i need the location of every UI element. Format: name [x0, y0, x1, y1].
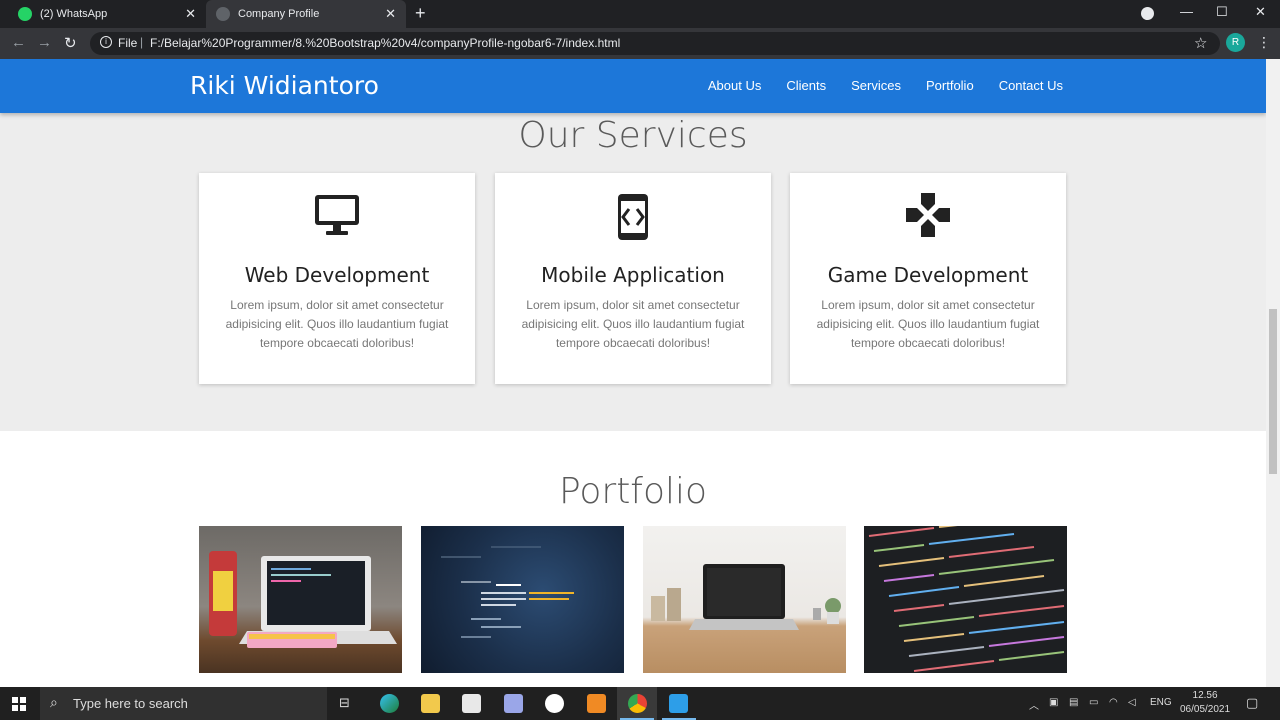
- new-tab-icon[interactable]: +: [415, 3, 426, 24]
- close-tab-icon[interactable]: ✕: [385, 6, 396, 22]
- nav-contact-us[interactable]: Contact Us: [999, 78, 1063, 93]
- tray-meet-icon[interactable]: ▤: [1069, 697, 1078, 708]
- nav-portfolio[interactable]: Portfolio: [926, 78, 974, 93]
- menu-kebab-icon[interactable]: ⋮: [1257, 34, 1271, 51]
- taskbar-search[interactable]: ⌕ Type here to search: [40, 687, 327, 720]
- nav-menu: About Us Clients Services Portfolio Cont…: [708, 78, 1063, 93]
- service-description: Lorem ipsum, dolor sit amet consectetur …: [225, 298, 449, 350]
- separator: |: [140, 35, 144, 49]
- clock-time: 12.56: [1192, 690, 1218, 701]
- service-description: Lorem ipsum, dolor sit amet consectetur …: [816, 298, 1040, 350]
- service-description: Lorem ipsum, dolor sit amet consectetur …: [521, 298, 745, 350]
- portfolio-image-code-blue[interactable]: [421, 526, 624, 673]
- url-text[interactable]: F:/Belajar%20Programmer/8.%20Bootstrap%2…: [150, 36, 620, 50]
- task-view-icon[interactable]: ⊟: [339, 695, 350, 711]
- info-icon[interactable]: i: [100, 36, 112, 48]
- portfolio-section: Portfolio: [0, 431, 1266, 687]
- battery-icon[interactable]: ▭: [1089, 697, 1098, 708]
- portfolio-title: Portfolio: [558, 471, 708, 512]
- nav-clients[interactable]: Clients: [786, 78, 826, 93]
- mobile-code-icon: [617, 193, 649, 246]
- address-bar[interactable]: i File | F:/Belajar%20Programmer/8.%20Bo…: [90, 32, 1220, 55]
- language-indicator[interactable]: ENG: [1150, 697, 1172, 708]
- scheme-label: File: [118, 36, 138, 50]
- portfolio-image-laptop-table[interactable]: [643, 526, 846, 673]
- portfolio-image-code-dark[interactable]: [864, 526, 1067, 673]
- reload-icon[interactable]: ↻: [64, 34, 77, 52]
- windows-start-icon[interactable]: [12, 697, 26, 716]
- page-viewport: Riki Widiantoro About Us Clients Service…: [0, 59, 1266, 687]
- tray-app-icon[interactable]: ▣: [1049, 697, 1058, 708]
- page-scrollbar[interactable]: [1266, 59, 1280, 687]
- services-section: Our Services Web Development Lorem ipsum…: [0, 113, 1266, 431]
- services-title: Our Services: [518, 115, 748, 156]
- close-window-icon[interactable]: ✕: [1255, 4, 1266, 20]
- tray-chevron-icon[interactable]: ︿: [1029, 697, 1039, 712]
- whatsapp-icon: [18, 7, 32, 21]
- volume-icon[interactable]: ◁: [1128, 697, 1136, 708]
- media-control-icon[interactable]: [1141, 7, 1154, 20]
- back-icon[interactable]: ←: [11, 34, 26, 51]
- desktop-icon: [313, 193, 361, 242]
- notification-icon[interactable]: ▢: [1246, 695, 1258, 711]
- photos-icon[interactable]: [504, 694, 523, 713]
- service-title: Mobile Application: [541, 263, 725, 287]
- maximize-icon[interactable]: ☐: [1216, 4, 1228, 20]
- chrome-icon[interactable]: [628, 694, 647, 713]
- globe-icon: [216, 7, 230, 21]
- tab-company-profile[interactable]: Company Profile ✕: [206, 0, 406, 28]
- portfolio-image-laptop-desk[interactable]: [199, 526, 402, 673]
- service-title: Game Development: [827, 263, 1029, 287]
- service-title: Web Development: [244, 263, 430, 287]
- brand-logo[interactable]: Riki Widiantoro: [190, 71, 379, 100]
- windows-taskbar: ⌕ Type here to search ⊟ ︿ ▣ ▤ ▭ ◠ ◁ ENG …: [0, 687, 1280, 720]
- search-placeholder: Type here to search: [73, 696, 188, 711]
- service-card: Mobile Application Lorem ipsum, dolor si…: [495, 173, 771, 384]
- nav-about-us[interactable]: About Us: [708, 78, 761, 93]
- minimize-icon[interactable]: —: [1180, 4, 1193, 19]
- xampp-icon[interactable]: [587, 694, 606, 713]
- edge-icon[interactable]: [380, 694, 399, 713]
- app-icon[interactable]: [545, 694, 564, 713]
- tab-whatsapp[interactable]: (2) WhatsApp ✕: [8, 0, 206, 28]
- scrollbar-thumb[interactable]: [1269, 309, 1277, 474]
- clock-date: 06/05/2021: [1180, 704, 1231, 715]
- bookmark-star-icon[interactable]: ☆: [1194, 34, 1207, 52]
- site-navbar: Riki Widiantoro About Us Clients Service…: [0, 59, 1266, 113]
- tab-title: (2) WhatsApp: [40, 8, 108, 20]
- search-icon: ⌕: [50, 694, 58, 710]
- forward-icon[interactable]: →: [37, 34, 52, 51]
- mail-icon[interactable]: [462, 694, 481, 713]
- tab-title: Company Profile: [238, 8, 320, 20]
- wifi-icon[interactable]: ◠: [1109, 697, 1118, 708]
- clock[interactable]: 12.56 06/05/2021: [1180, 689, 1230, 717]
- close-tab-icon[interactable]: ✕: [185, 6, 196, 22]
- browser-toolbar: ← → ↻ i File | F:/Belajar%20Programmer/8…: [0, 28, 1280, 59]
- vscode-icon[interactable]: [669, 694, 688, 713]
- service-card: Web Development Lorem ipsum, dolor sit a…: [199, 173, 475, 384]
- profile-avatar[interactable]: R: [1226, 33, 1245, 52]
- browser-tab-bar: (2) WhatsApp ✕ Company Profile ✕ + — ☐ ✕: [0, 0, 1280, 28]
- service-card: Game Development Lorem ipsum, dolor sit …: [790, 173, 1066, 384]
- nav-services[interactable]: Services: [851, 78, 901, 93]
- file-explorer-icon[interactable]: [421, 694, 440, 713]
- gamepad-icon: [906, 193, 950, 242]
